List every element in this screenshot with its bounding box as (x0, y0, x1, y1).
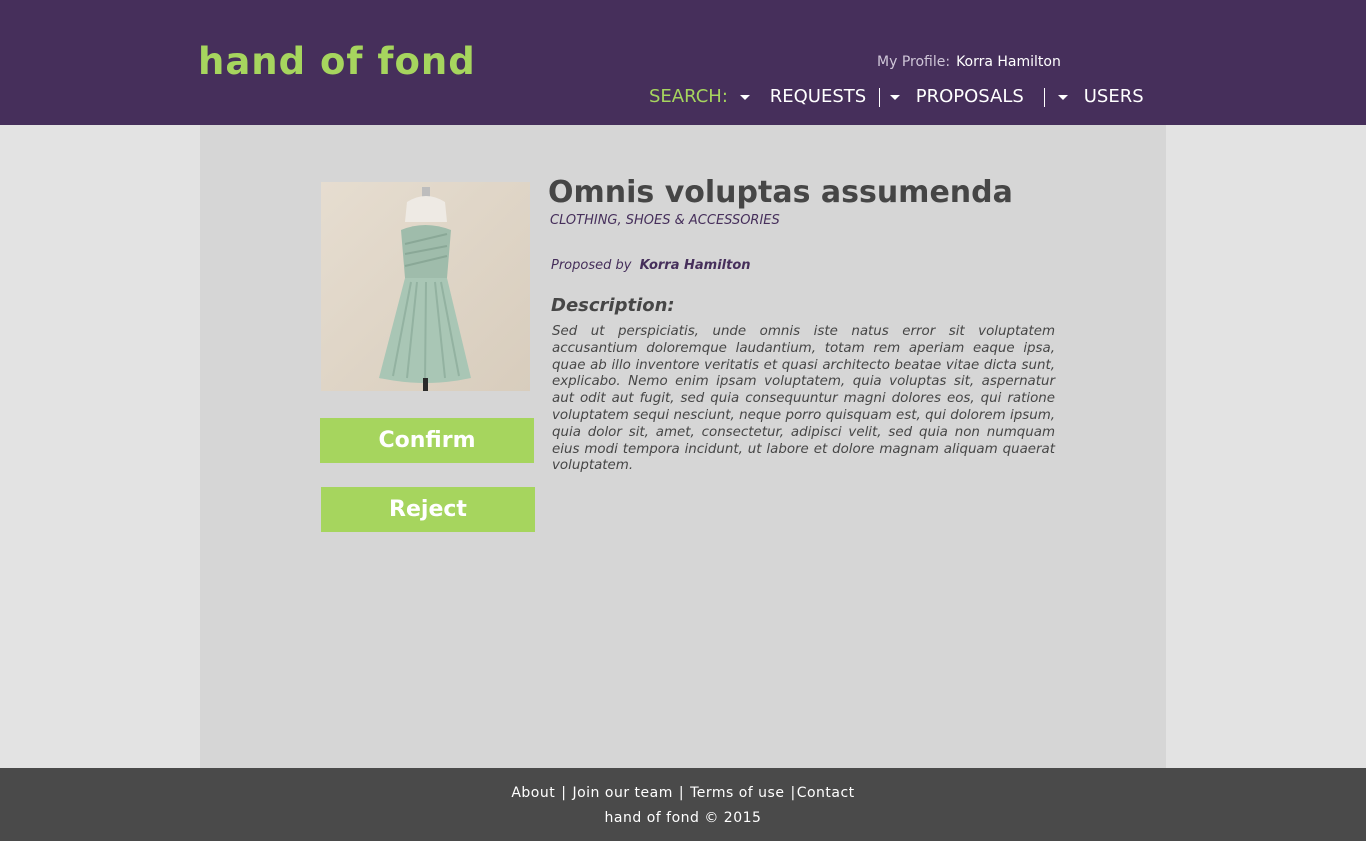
description-text: Sed ut perspiciatis, unde omnis iste nat… (552, 324, 1055, 474)
reject-button[interactable]: Reject (321, 487, 535, 532)
nav-requests-dropdown[interactable]: REQUESTS (740, 86, 866, 107)
footer-link-join[interactable]: Join our team (572, 785, 672, 801)
copyright: hand of fond © 2015 (604, 810, 762, 826)
profile-label: My Profile: (877, 54, 951, 70)
confirm-button[interactable]: Confirm (320, 418, 534, 463)
site-logo[interactable]: hand of fond (198, 40, 476, 83)
footer-links: About | Join our team | Terms of use |Contact (0, 785, 1366, 801)
site-footer: About | Join our team | Terms of use |Contact… (0, 768, 1366, 841)
nav-users-label: USERS (1083, 86, 1144, 107)
nav-divider (1044, 88, 1045, 107)
main-content: Confirm Reject Omnis voluptas assumenda … (200, 125, 1166, 768)
nav-requests-label: REQUESTS (769, 86, 867, 107)
dress-illustration (379, 187, 471, 391)
nav-search-label: SEARCH: (649, 86, 728, 107)
footer-link-contact[interactable]: Contact (797, 785, 855, 801)
item-category[interactable]: CLOTHING, SHOES & ACCESSORIES (550, 213, 780, 228)
proposed-by-label: Proposed by (551, 258, 632, 273)
nav-divider (879, 88, 880, 107)
site-header: hand of fond My Profile: Korra Hamilton S… (0, 0, 1366, 125)
my-profile: My Profile: Korra Hamilton (877, 54, 1061, 70)
footer-link-terms[interactable]: Terms of use (690, 785, 784, 801)
caret-down-icon (890, 94, 900, 100)
profile-name-link[interactable]: Korra Hamilton (956, 54, 1061, 70)
nav-proposals-label: PROPOSALS (915, 86, 1024, 107)
footer-link-about[interactable]: About (511, 785, 555, 801)
proposer-link[interactable]: Korra Hamilton (640, 258, 751, 273)
footer-divider: | (790, 785, 796, 801)
description-heading: Description: (551, 295, 675, 316)
footer-divider: | (678, 785, 685, 801)
caret-down-icon (1058, 94, 1068, 100)
footer-divider: | (561, 785, 567, 801)
nav-proposals-dropdown[interactable]: PROPOSALS (890, 86, 1024, 107)
nav-users-dropdown[interactable]: USERS (1058, 86, 1144, 107)
item-title: Omnis voluptas assumenda (548, 175, 1013, 210)
caret-down-icon (740, 94, 750, 100)
dress-image (321, 182, 530, 391)
proposed-by: Proposed by Korra Hamilton (551, 258, 751, 273)
